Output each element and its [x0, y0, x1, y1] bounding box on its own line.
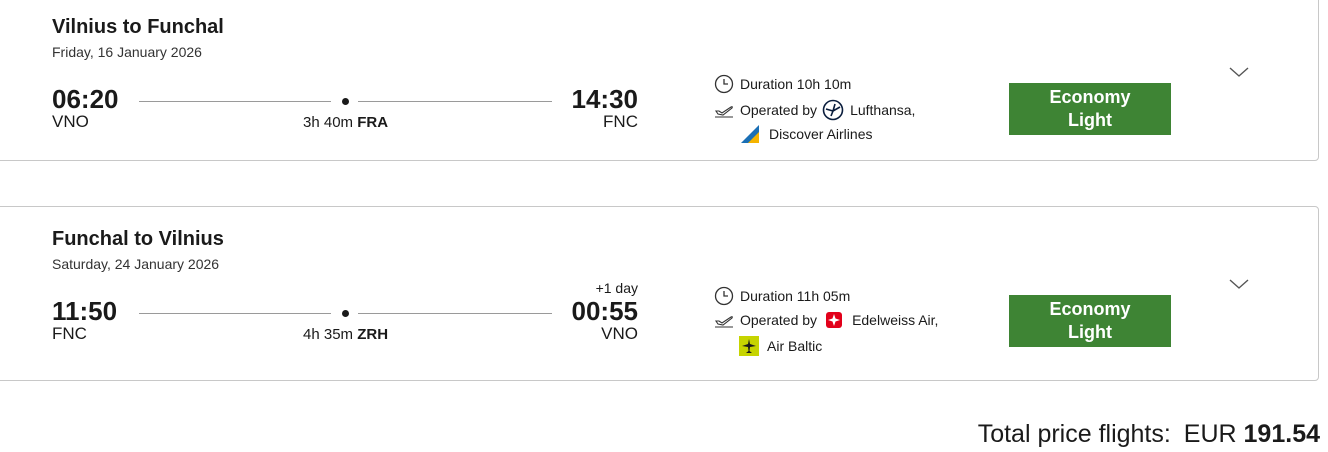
- chevron-down-icon[interactable]: [1227, 64, 1251, 80]
- flight-date: Friday, 16 January 2026: [52, 44, 202, 60]
- layover-duration: 4h 35m: [303, 326, 354, 343]
- fare-economy-light-button[interactable]: Economy Light: [1009, 295, 1171, 347]
- duration-text: Duration 10h 10m: [740, 76, 852, 92]
- flight-card-outbound[interactable]: Vilnius to Funchal Friday, 16 January 20…: [0, 0, 1319, 161]
- duration-row: Duration 10h 10m: [714, 74, 851, 94]
- carrier-name: Lufthansa,: [850, 102, 916, 118]
- plane-takeoff-icon: [714, 106, 733, 118]
- lufthansa-crane-logo-icon: [822, 99, 844, 121]
- carrier-2-row: Discover Airlines: [739, 124, 872, 144]
- layover-airport: FRA: [357, 114, 389, 131]
- route-line-right: [358, 313, 552, 314]
- departure-time: 06:20: [52, 84, 119, 114]
- operated-by-label: Operated by: [740, 102, 818, 118]
- carrier-2-row: Air Baltic: [739, 336, 822, 356]
- fare-line-1: Economy: [1049, 299, 1131, 319]
- discover-airlines-logo-icon: [741, 125, 759, 143]
- departure-airport: VNO: [52, 112, 89, 131]
- fare-economy-light-button[interactable]: Economy Light: [1009, 83, 1171, 135]
- fare-line-1: Economy: [1049, 87, 1131, 107]
- layover-duration: 3h 40m: [303, 114, 354, 131]
- airbaltic-logo-icon: [739, 336, 759, 356]
- total-label: Total price flights:: [977, 420, 1171, 448]
- layover-info: 4h 35m ZRH: [303, 326, 388, 343]
- carrier-name: Edelweiss Air,: [852, 312, 939, 328]
- carrier-name: Air Baltic: [767, 338, 823, 354]
- route-line-right: [358, 101, 552, 102]
- route-line-left: [139, 101, 331, 102]
- arrival-time: 14:30: [571, 84, 639, 114]
- fare-line-2: Light: [1068, 322, 1112, 342]
- operated-by-row: Operated by Edelweiss Air,: [714, 311, 938, 329]
- flight-title: Vilnius to Funchal: [52, 16, 224, 38]
- departure-time: 11:50: [52, 296, 118, 326]
- chevron-down-icon[interactable]: [1227, 276, 1251, 292]
- route-line-left: [139, 313, 331, 314]
- layover-info: 3h 40m FRA: [303, 114, 388, 131]
- total-currency: EUR: [1183, 420, 1237, 448]
- flight-card-return[interactable]: Funchal to Vilnius Saturday, 24 January …: [0, 206, 1319, 381]
- flight-date: Saturday, 24 January 2026: [52, 256, 220, 272]
- arrival-airport: VNO: [601, 324, 638, 343]
- stopover-dot: [342, 98, 349, 105]
- flight-title: Funchal to Vilnius: [52, 228, 224, 250]
- duration-row: Duration 11h 05m: [714, 286, 850, 306]
- arrival-time: 00:55: [571, 296, 639, 326]
- arrival-airport: FNC: [603, 112, 638, 131]
- fare-line-2: Light: [1068, 110, 1112, 130]
- departure-airport: FNC: [52, 324, 87, 343]
- clock-icon: [714, 74, 734, 94]
- carrier-name: Discover Airlines: [769, 126, 873, 142]
- duration-text: Duration 11h 05m: [740, 288, 851, 304]
- operated-by-label: Operated by: [740, 312, 818, 328]
- total-amount: 191.54: [1243, 420, 1320, 448]
- stopover-dot: [342, 310, 349, 317]
- operated-by-row: Operated by Lufthansa,: [714, 99, 915, 121]
- clock-icon: [714, 286, 734, 306]
- layover-airport: ZRH: [357, 326, 389, 343]
- edelweiss-logo-icon: [826, 312, 843, 328]
- plane-takeoff-icon: [714, 316, 733, 328]
- total-price: Total price flights: EUR 191.54: [978, 420, 1320, 449]
- day-offset-label: +1 day: [595, 280, 638, 296]
